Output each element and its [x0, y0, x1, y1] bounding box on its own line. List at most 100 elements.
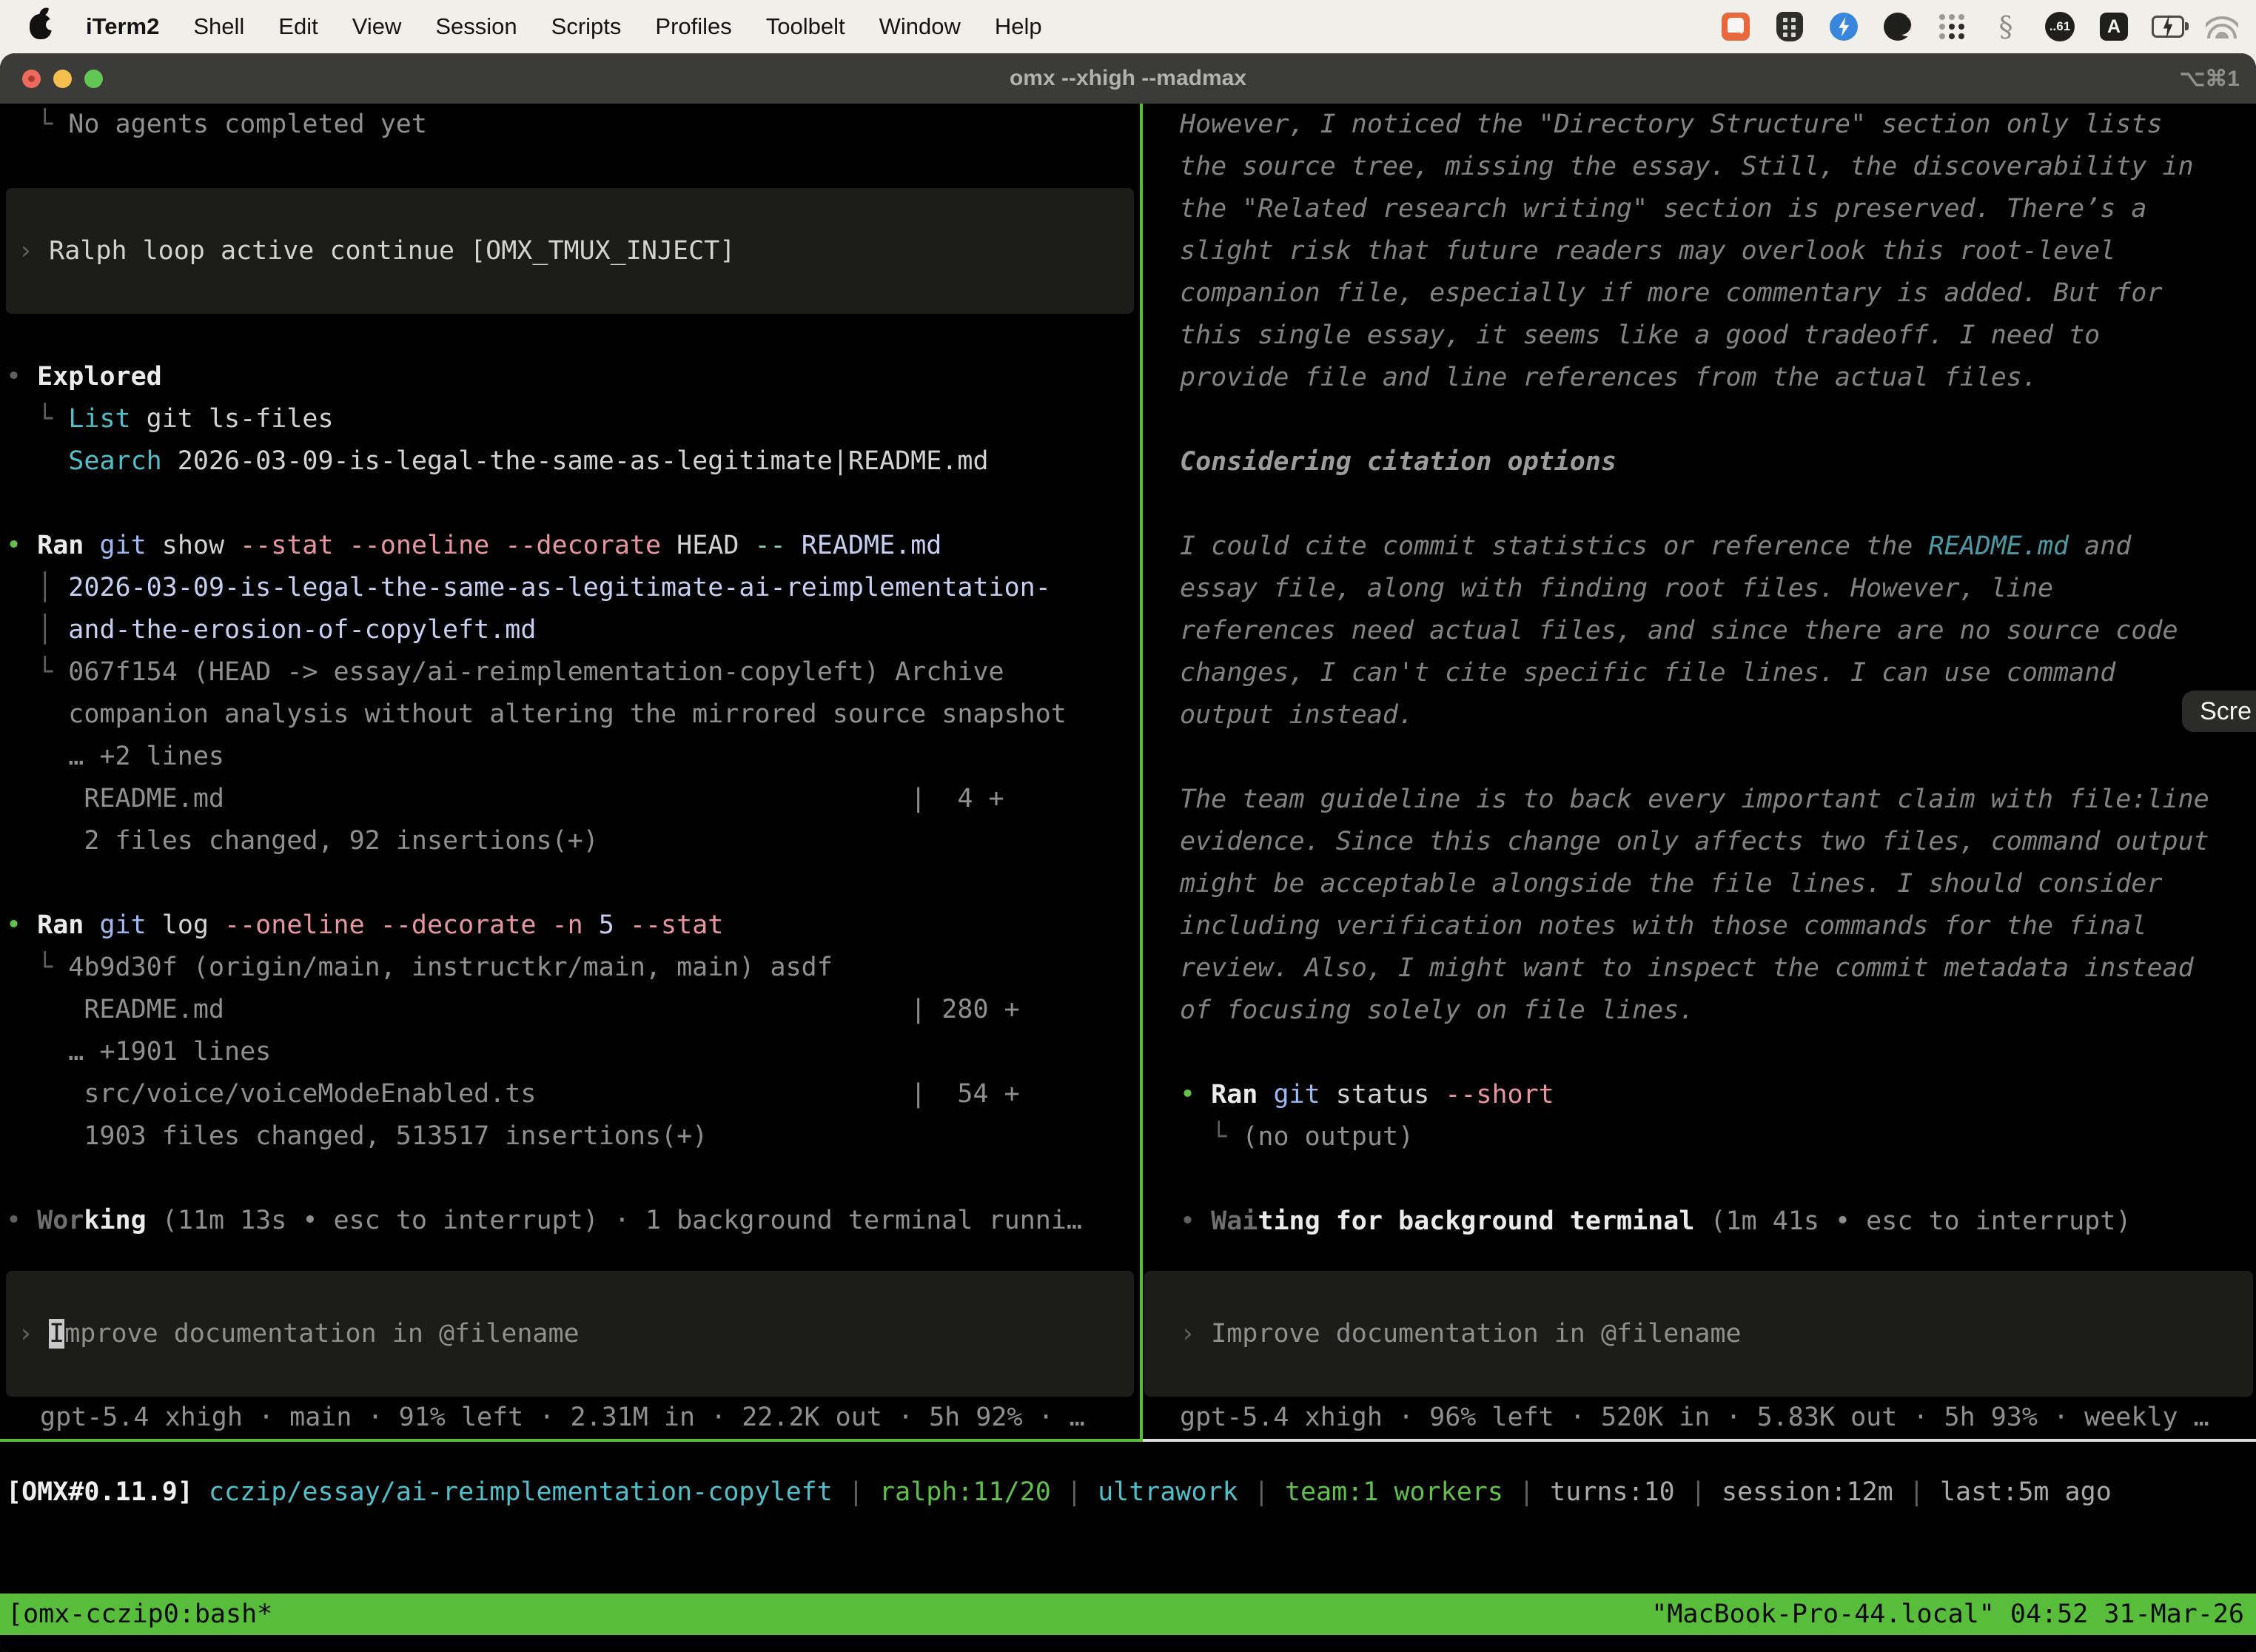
- tmux-pane-divider[interactable]: [1140, 104, 1143, 1439]
- menu-item-toolbelt[interactable]: Toolbelt: [766, 13, 845, 40]
- terminal-line: provide file and line references from th…: [1144, 357, 2253, 399]
- terminal-line: src/voice/voiceModeEnabled.ts | 54 +: [6, 1073, 1140, 1115]
- terminal-line: [6, 1158, 1140, 1200]
- pane-border-progress-line: [0, 1439, 2256, 1442]
- terminal-line: essay file, along with finding root file…: [1144, 568, 2253, 610]
- terminal-line: the source tree, missing the essay. Stil…: [1144, 146, 2253, 188]
- composer-input-right[interactable]: › Improve documentation in @filename: [1144, 1271, 2253, 1397]
- terminal-line: changes, I can't cite specific file line…: [1144, 652, 2253, 694]
- terminal-line: • Working (11m 13s • esc to interrupt) ·…: [6, 1200, 1140, 1242]
- terminal-line: references need actual files, and since …: [1144, 610, 2253, 652]
- terminal-line: • Explored: [6, 356, 1140, 398]
- tmux-status-bar: [omx-cczip0:bash* "MacBook-Pro-44.local"…: [0, 1594, 2256, 1635]
- progress-green-segment: [0, 1439, 1143, 1442]
- terminal-line: [6, 146, 1140, 188]
- tmux-host-clock: "MacBook-Pro-44.local" 04:52 31-Mar-26: [1651, 1594, 2244, 1635]
- macos-menu-bar: iTerm2 Shell Edit View Session Scripts P…: [0, 0, 2256, 53]
- chat-app-icon[interactable]: [1719, 10, 1752, 43]
- terminal-line: slight risk that future readers may over…: [1144, 230, 2253, 272]
- terminal-line: the "Related research writing" section i…: [1144, 188, 2253, 230]
- terminal-line: output instead.: [1144, 694, 2253, 736]
- badge-61-icon[interactable]: ..61: [2044, 10, 2076, 43]
- moon-circle-icon[interactable]: [1881, 10, 1914, 43]
- injected-prompt-box: › Ralph loop active continue [OMX_TMUX_I…: [6, 188, 1134, 314]
- window-shortcut-badge: ⌥⌘1: [2180, 66, 2240, 92]
- terminal-line: [1144, 1032, 2253, 1074]
- terminal-line: Considering citation options: [1144, 441, 2253, 483]
- terminal-line: └ (no output): [1144, 1116, 2253, 1158]
- menu-item-window[interactable]: Window: [879, 13, 961, 40]
- input-source-icon[interactable]: A: [2098, 10, 2130, 43]
- terminal-line: including verification notes with those …: [1144, 905, 2253, 947]
- screen-share-overlay-label: Scre: [2200, 697, 2252, 726]
- terminal-line: I could cite commit statistics or refere…: [1144, 526, 2253, 568]
- terminal-line: README.md | 280 +: [6, 989, 1140, 1031]
- transcript-right: However, I noticed the "Directory Struct…: [1144, 104, 2253, 1243]
- terminal-line: companion analysis without altering the …: [6, 694, 1140, 736]
- terminal-line: evidence. Since this change only affects…: [1144, 821, 2253, 863]
- shield-grid-icon[interactable]: [1773, 10, 1806, 43]
- squiggle-icon[interactable]: §: [1990, 10, 2022, 43]
- menu-item-iterm2[interactable]: iTerm2: [86, 13, 159, 40]
- terminal-line: 2 files changed, 92 insertions(+): [6, 820, 1140, 862]
- terminal-line: this single essay, it seems like a good …: [1144, 315, 2253, 357]
- terminal-line: companion file, especially if more comme…: [1144, 272, 2253, 315]
- terminal-line: [1144, 736, 2253, 779]
- terminal-line: • Ran git show --stat --oneline --decora…: [6, 525, 1140, 567]
- terminal-line: … +1901 lines: [6, 1031, 1140, 1073]
- composer-input-left[interactable]: › Improve documentation in @filename: [6, 1271, 1134, 1397]
- pane-spacer: [6, 1242, 1140, 1271]
- model-status-right: gpt-5.4 xhigh · 96% left · 520K in · 5.8…: [1144, 1397, 2253, 1439]
- model-status-left: gpt-5.4 xhigh · main · 91% left · 2.31M …: [6, 1397, 1140, 1439]
- tmux-session-label: [omx-cczip0:bash*: [7, 1594, 272, 1635]
- terminal-line: The team guideline is to back every impo…: [1144, 779, 2253, 821]
- terminal-line: [6, 483, 1140, 525]
- terminal-line: might be acceptable alongside the file l…: [1144, 863, 2253, 905]
- composer-text-right[interactable]: › Improve documentation in @filename: [1144, 1313, 1742, 1355]
- terminal-content: └ No agents completed yet › Ralph loop a…: [0, 104, 2256, 1652]
- wifi-icon[interactable]: [2206, 10, 2238, 43]
- terminal-line: • Waiting for background terminal (1m 41…: [1144, 1201, 2253, 1243]
- terminal-line: README.md | 4 +: [6, 778, 1140, 820]
- terminal-line: 1903 files changed, 513517 insertions(+): [6, 1115, 1140, 1158]
- tmux-panes: └ No agents completed yet › Ralph loop a…: [0, 104, 2256, 1439]
- progress-rest-segment: [1143, 1439, 2256, 1442]
- menu-item-view[interactable]: View: [352, 13, 402, 40]
- terminal-line: [1144, 483, 2253, 526]
- terminal-line: └ List git ls-files: [6, 398, 1140, 440]
- terminal-line: └ No agents completed yet: [6, 104, 1140, 146]
- menu-item-profiles[interactable]: Profiles: [655, 13, 731, 40]
- battery-icon[interactable]: [2152, 10, 2184, 43]
- terminal-line: Search 2026-03-09-is-legal-the-same-as-l…: [6, 440, 1140, 483]
- omx-status-bar: [OMX#0.11.9] cczip/essay/ai-reimplementa…: [0, 1471, 2256, 1514]
- tmux-pane-left[interactable]: └ No agents completed yet › Ralph loop a…: [0, 104, 1140, 1439]
- terminal-line: [6, 862, 1140, 904]
- menu-item-shell[interactable]: Shell: [193, 13, 244, 40]
- app-grid-icon[interactable]: [1936, 10, 1968, 43]
- terminal-line: └ 067f154 (HEAD -> essay/ai-reimplementa…: [6, 651, 1140, 694]
- tmux-pane-right[interactable]: However, I noticed the "Directory Struct…: [1144, 104, 2253, 1439]
- transcript-left: • Explored └ List git ls-files Search 20…: [6, 314, 1140, 1242]
- screen-share-overlay-button[interactable]: Scre: [2182, 691, 2256, 732]
- apple-menu-icon[interactable]: [30, 14, 52, 39]
- terminal-line: [1144, 399, 2253, 441]
- terminal-line: However, I noticed the "Directory Struct…: [1144, 104, 2253, 146]
- menu-item-help[interactable]: Help: [995, 13, 1042, 40]
- lightning-circle-icon[interactable]: [1827, 10, 1860, 43]
- terminal-line: review. Also, I might want to inspect th…: [1144, 947, 2253, 990]
- pane-spacer: [1144, 1243, 2253, 1271]
- terminal-line: [1144, 1158, 2253, 1201]
- iterm2-window: omx --xhigh --madmax ⌥⌘1 └ No agents com…: [0, 53, 2256, 1652]
- composer-text-left[interactable]: › Improve documentation in @filename: [6, 1313, 580, 1355]
- terminal-line: │ and-the-erosion-of-copyleft.md: [6, 609, 1140, 651]
- menu-item-scripts[interactable]: Scripts: [551, 13, 622, 40]
- injected-prompt-line: › Ralph loop active continue [OMX_TMUX_I…: [6, 230, 735, 272]
- terminal-line: └ 4b9d30f (origin/main, instructkr/main,…: [6, 947, 1140, 989]
- terminal-line: of focusing solely on file lines.: [1144, 990, 2253, 1032]
- terminal-line: │ 2026-03-09-is-legal-the-same-as-legiti…: [6, 567, 1140, 609]
- menu-item-edit[interactable]: Edit: [278, 13, 318, 40]
- terminal-line: [6, 314, 1140, 356]
- menu-item-session[interactable]: Session: [435, 13, 517, 40]
- window-title-bar[interactable]: omx --xhigh --madmax ⌥⌘1: [0, 53, 2256, 104]
- terminal-line: … +2 lines: [6, 736, 1140, 778]
